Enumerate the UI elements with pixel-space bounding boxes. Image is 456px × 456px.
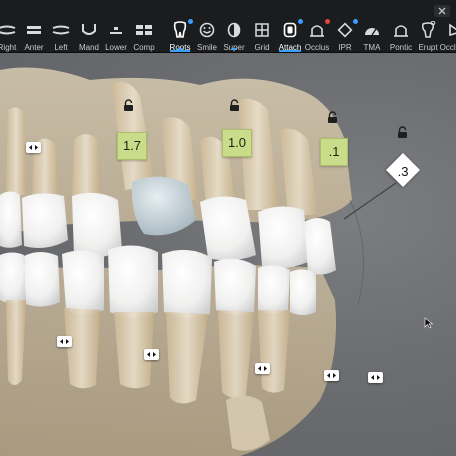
tool-label: Anter bbox=[24, 43, 44, 52]
tool-occlusion[interactable]: Occlus bbox=[302, 0, 332, 52]
tool-label: Pontic bbox=[389, 43, 413, 52]
left-view-icon bbox=[50, 20, 72, 40]
double-arrow-icon bbox=[147, 352, 156, 357]
mouse-cursor-icon bbox=[424, 317, 434, 329]
tma-icon bbox=[361, 20, 383, 40]
double-arrow-icon bbox=[258, 366, 267, 371]
double-arrow-icon bbox=[29, 145, 38, 150]
tool-lower-view[interactable]: Lower bbox=[102, 0, 130, 52]
tool-label: Lower bbox=[105, 43, 127, 52]
ipr-value: .3 bbox=[397, 164, 409, 179]
tool-mandible-view[interactable]: Mand bbox=[75, 0, 103, 52]
attachment-handle[interactable] bbox=[144, 349, 159, 360]
alert-dot bbox=[325, 19, 330, 24]
lock-icon[interactable] bbox=[326, 111, 339, 124]
double-arrow-icon bbox=[60, 339, 69, 344]
lock-icon[interactable] bbox=[396, 126, 409, 139]
tool-superimpose[interactable]: Super bbox=[220, 0, 248, 52]
compare-icon bbox=[133, 20, 155, 40]
tool-right-view[interactable]: Right bbox=[0, 0, 22, 52]
movement-badge[interactable]: 1.0 bbox=[222, 129, 252, 157]
tool-tma[interactable]: TMA bbox=[358, 0, 386, 52]
tool-label: Comp bbox=[133, 43, 155, 52]
ipr-icon bbox=[334, 19, 358, 40]
dropdown-caret-icon bbox=[231, 48, 237, 51]
attachment-handle[interactable] bbox=[368, 372, 383, 383]
attachment-handle[interactable] bbox=[255, 363, 270, 374]
double-arrow-icon bbox=[327, 373, 336, 378]
eruption-icon bbox=[417, 20, 439, 40]
anterior-view-icon bbox=[23, 20, 45, 40]
mandible-view-icon bbox=[78, 20, 100, 40]
tool-roots[interactable]: Roots bbox=[166, 0, 194, 52]
attachment-handle[interactable] bbox=[26, 142, 41, 153]
tool-label: Left bbox=[54, 43, 68, 52]
view-toolbar: Right Anter Left Mand Lower Comp Roots S… bbox=[0, 0, 456, 53]
dental-model-render bbox=[0, 67, 364, 456]
tool-label: Occlus bbox=[304, 43, 330, 52]
tool-label: Erupt bbox=[418, 43, 438, 52]
active-underline bbox=[279, 50, 301, 52]
lock-icon[interactable] bbox=[228, 99, 241, 112]
tool-label: Right bbox=[0, 43, 17, 52]
roots-icon bbox=[169, 19, 193, 40]
tool-label: TMA bbox=[363, 43, 381, 52]
lock-icon[interactable] bbox=[122, 99, 135, 112]
tool-attachments[interactable]: Attach bbox=[275, 0, 305, 52]
active-underline bbox=[170, 50, 190, 52]
attachment-handle[interactable] bbox=[57, 336, 72, 347]
grid-icon bbox=[251, 20, 273, 40]
close-icon bbox=[438, 7, 446, 15]
smile-icon bbox=[196, 20, 218, 40]
tool-compare[interactable]: Comp bbox=[129, 0, 159, 52]
occlusion-icon bbox=[306, 19, 330, 40]
tool-label: Smile bbox=[196, 43, 217, 52]
attachments-icon bbox=[279, 19, 303, 40]
tool-anterior-view[interactable]: Anter bbox=[20, 0, 48, 52]
3d-viewport[interactable]: 1.7 1.0 .1 .3 bbox=[0, 53, 456, 456]
tool-label: Mand bbox=[78, 43, 99, 52]
tool-label: IPR bbox=[338, 43, 352, 52]
movement-badge[interactable]: .1 bbox=[320, 138, 348, 166]
lower-view-icon bbox=[105, 20, 127, 40]
attachment-handle[interactable] bbox=[324, 370, 339, 381]
pontic-icon bbox=[390, 20, 412, 40]
movement-badge[interactable]: 1.7 bbox=[117, 132, 147, 160]
tool-left-view[interactable]: Left bbox=[47, 0, 75, 52]
tool-pontic[interactable]: Pontic bbox=[386, 0, 416, 52]
tool-label: Occlusal bbox=[439, 43, 456, 52]
superimpose-icon bbox=[223, 20, 245, 40]
ipr-leader-line bbox=[343, 182, 397, 220]
close-button[interactable] bbox=[434, 5, 450, 17]
occlusal-view-icon bbox=[444, 20, 456, 40]
right-view-icon bbox=[0, 20, 18, 40]
tool-ipr[interactable]: IPR bbox=[331, 0, 359, 52]
tool-smile[interactable]: Smile bbox=[193, 0, 221, 52]
double-arrow-icon bbox=[371, 375, 380, 380]
tool-grid[interactable]: Grid bbox=[248, 0, 276, 52]
tool-label: Grid bbox=[254, 43, 270, 52]
